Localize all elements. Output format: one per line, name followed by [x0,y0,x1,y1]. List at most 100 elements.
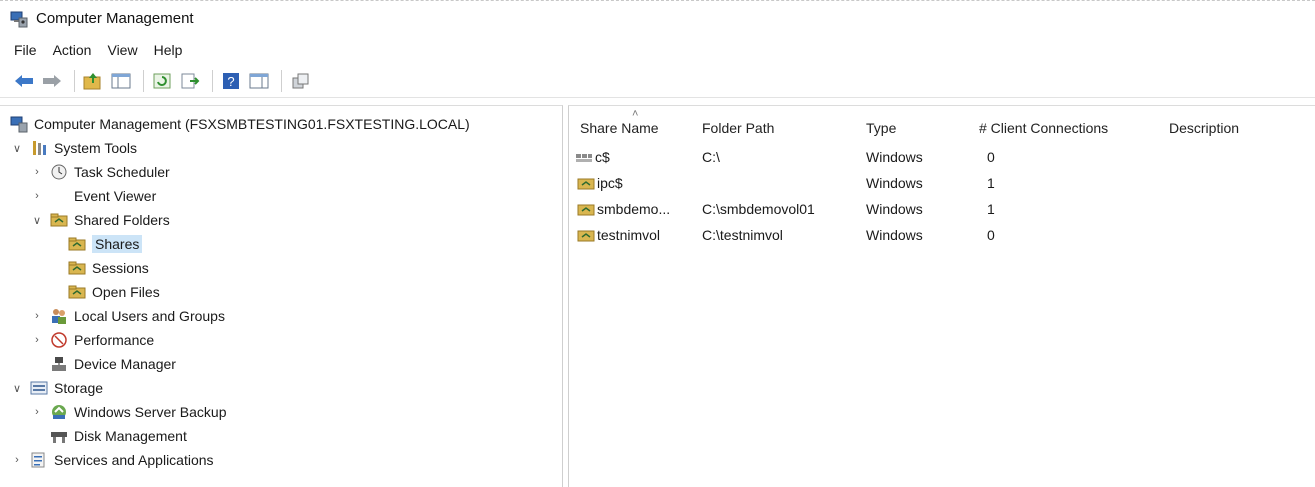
table-row[interactable]: smbdemo... C:\smbdemovol01 Windows 1 [569,196,1315,222]
type-cell: Windows [866,175,923,191]
column-header-folder-path[interactable]: Folder Path [702,114,862,142]
tree-item-services-applications[interactable]: › Services and Applications [10,448,214,472]
client-connections-cell: 1 [987,201,995,217]
tree-item-label: Open Files [92,284,160,300]
export-list-button[interactable] [178,69,202,93]
tree-item-windows-server-backup[interactable]: › Windows Server Backup [30,400,227,424]
client-connections-cell: 0 [987,227,995,243]
share-name-cell: ipc$ [577,170,623,196]
users-icon [50,307,68,325]
chevron-right-icon[interactable]: › [30,165,44,179]
tree-item-event-viewer[interactable]: › Event Viewer [30,184,156,208]
share-name-cell: c$ [575,144,610,170]
shared-folder-icon [68,235,86,253]
column-header-label: Type [866,120,897,136]
chevron-right-icon[interactable]: › [10,453,24,467]
performance-icon [50,331,68,349]
share-name: c$ [595,149,610,165]
svg-text:?: ? [227,74,234,89]
refresh-icon [153,73,171,88]
toolbar-separator [212,69,213,92]
up-folder-icon [83,72,101,89]
chevron-right-icon[interactable]: › [30,405,44,419]
menu-action[interactable]: Action [53,42,92,58]
share-name-cell: smbdemo... [577,196,670,222]
tree-item-label: Computer Management (FSXSMBTESTING01.FSX… [34,116,470,132]
tree-item-shares[interactable]: Shares [68,232,143,256]
client-connections-cell: 1 [987,175,995,191]
share-name: ipc$ [597,175,623,191]
tree-item-shared-folders[interactable]: ∨ Shared Folders [30,208,170,232]
column-header-description[interactable]: Description [1169,114,1309,142]
column-header-label: # Client Connections [979,120,1109,136]
folder-path-cell: C:\testnimvol [702,227,783,243]
forward-button[interactable] [40,69,64,93]
back-button[interactable] [12,69,36,93]
tree-item-system-tools[interactable]: ∨ System Tools [10,136,137,160]
toolbar-separator [281,69,282,92]
tree-item-label: Local Users and Groups [74,308,225,324]
event-viewer-icon [50,187,68,205]
menu-view[interactable]: View [107,42,137,58]
chevron-down-icon[interactable]: ∨ [10,141,24,155]
folder-path-cell: C:\ [702,149,720,165]
tree-item-performance[interactable]: › Performance [30,328,154,352]
share-name: testnimvol [597,227,661,243]
chevron-down-icon[interactable]: ∨ [10,381,24,395]
folder-path-cell: C:\smbdemovol01 [702,201,815,217]
tree-item-label: Performance [74,332,155,348]
tree-item-sessions[interactable]: Sessions [68,256,149,280]
column-header-client-connections[interactable]: # Client Connections [979,114,1159,142]
properties-icon [292,73,309,88]
shared-folder-icon [68,259,86,277]
title-bar: Computer Management [0,0,1315,36]
tree-item-label: Storage [54,380,104,396]
toolbar-separator [143,69,144,92]
up-button[interactable] [81,69,105,93]
type-cell: Windows [866,227,923,243]
refresh-button[interactable] [150,69,174,93]
tree-item-disk-management[interactable]: Disk Management [50,424,187,448]
tree-item-label: Windows Server Backup [74,404,227,420]
tree-item-label: Sessions [92,260,149,276]
chevron-right-icon[interactable]: › [30,333,44,347]
share-name-cell: testnimvol [577,222,660,248]
tree-item-root[interactable]: Computer Management (FSXSMBTESTING01.FSX… [10,112,470,136]
backup-icon [50,403,68,421]
tree-item-label: Shares [92,235,143,253]
show-hide-action-pane-button[interactable] [247,69,271,93]
menu-file[interactable]: File [14,42,37,58]
table-row[interactable]: c$ C:\ Windows 0 [569,144,1315,170]
tree-item-label: Shared Folders [74,212,170,228]
properties-button[interactable] [288,69,312,93]
shared-folder-icon [68,283,86,301]
table-row[interactable]: testnimvol C:\testnimvol Windows 0 [569,222,1315,248]
chevron-down-icon[interactable]: ∨ [30,213,44,227]
tree-item-storage[interactable]: ∨ Storage [10,376,103,400]
tree-item-label: Services and Applications [54,452,214,468]
shared-folder-icon [50,211,68,229]
tree-item-open-files[interactable]: Open Files [68,280,160,304]
shared-folder-icon [577,178,595,190]
computer-management-icon [10,115,28,133]
help-button[interactable]: ? [219,69,243,93]
menu-bar: File Action View Help [0,36,1315,64]
table-row[interactable]: ipc$ Windows 1 [569,170,1315,196]
window-title: Computer Management [36,10,194,27]
column-header-share-name[interactable]: Share Name ˄ [580,108,700,142]
tree-item-device-manager[interactable]: Device Manager [50,352,176,376]
chevron-right-icon[interactable]: › [30,309,44,323]
help-icon: ? [223,72,239,89]
sort-ascending-icon: ˄ [632,108,639,120]
computer-management-icon [10,11,28,27]
show-hide-tree-button[interactable] [109,69,133,93]
console-tree: Computer Management (FSXSMBTESTING01.FSX… [0,105,563,487]
tree-item-local-users[interactable]: › Local Users and Groups [30,304,225,328]
tree-item-task-scheduler[interactable]: › Task Scheduler [30,160,170,184]
type-cell: Windows [866,201,923,217]
menu-help[interactable]: Help [154,42,183,58]
chevron-right-icon[interactable]: › [30,189,44,203]
column-header-type[interactable]: Type [866,114,976,142]
column-header-label: Folder Path [702,120,775,136]
export-list-icon [181,73,200,88]
